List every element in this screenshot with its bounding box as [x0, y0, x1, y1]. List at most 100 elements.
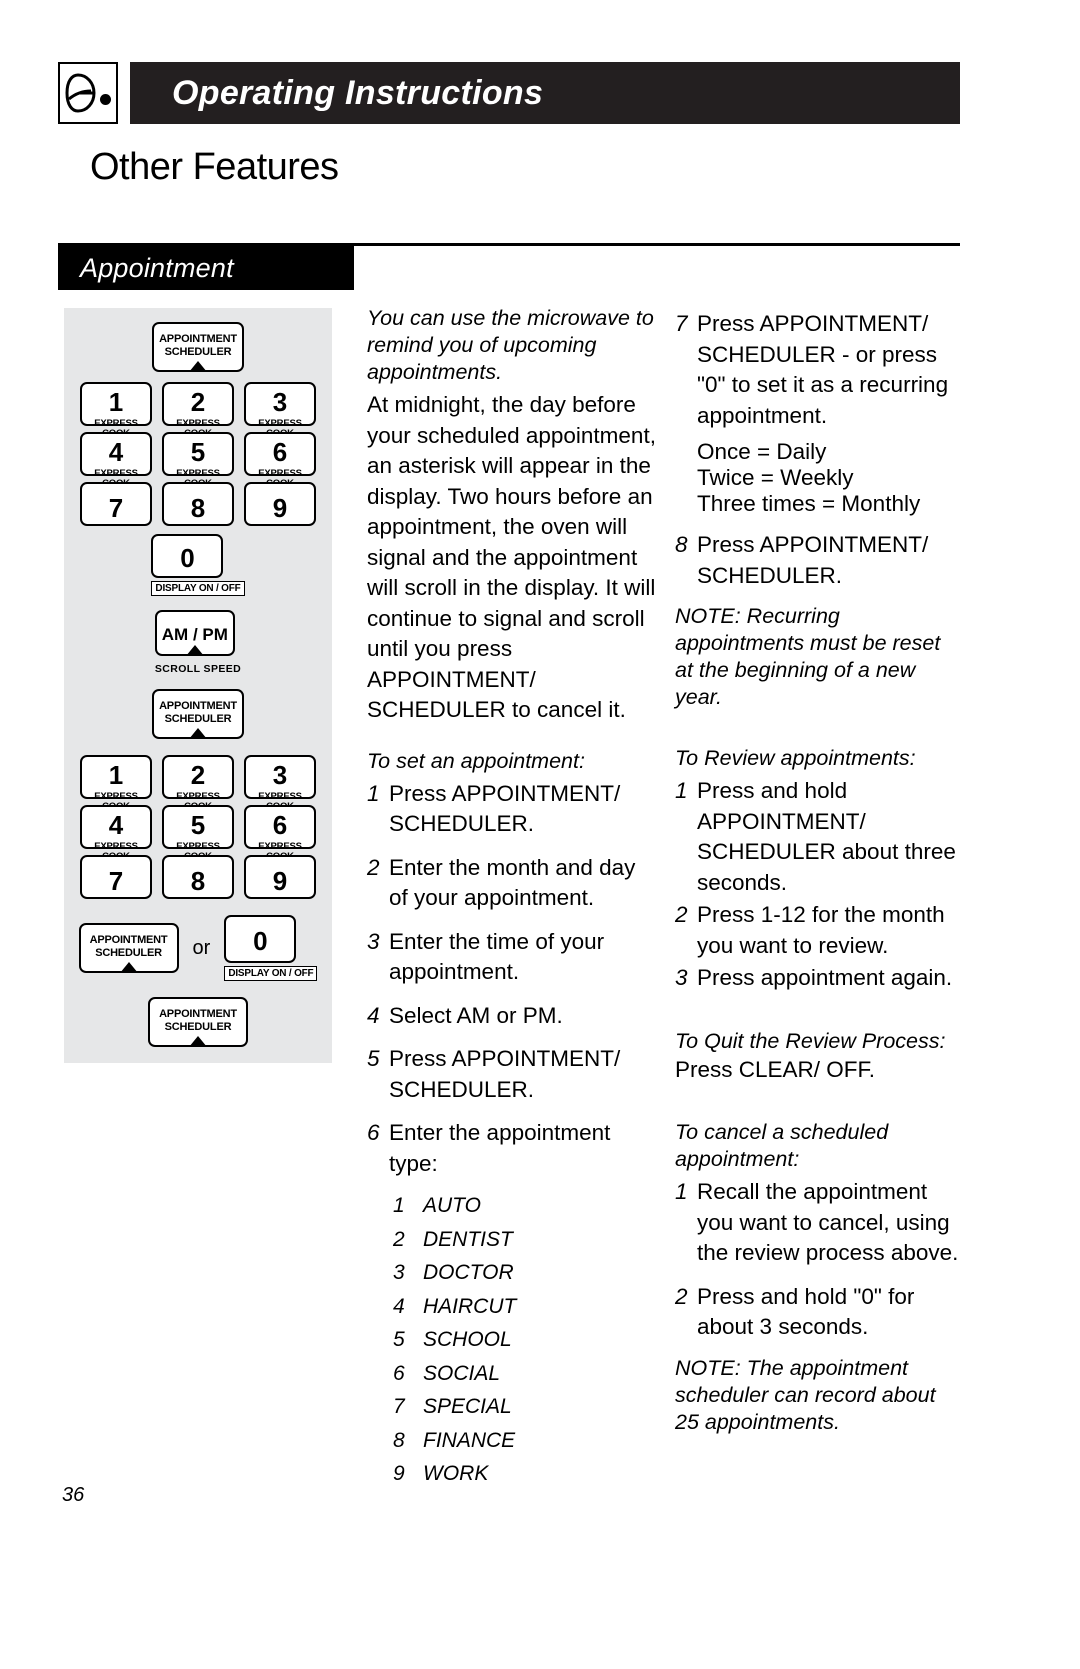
- key-label-line2: SCHEDULER: [164, 1021, 232, 1033]
- key-digit: 9: [272, 866, 288, 896]
- step-number: 3: [367, 928, 380, 954]
- type-name: FINANCE: [423, 1428, 516, 1452]
- recurrence-option: Three times = Monthly: [697, 491, 921, 516]
- step-text: Press APPOINTMENT/ SCHEDULER - or press …: [697, 311, 949, 428]
- section-label-text: Appointment: [80, 252, 234, 283]
- appointment-scheduler-key: APPOINTMENT SCHEDULER: [148, 997, 248, 1047]
- key-label-line1: APPOINTMENT: [89, 934, 168, 946]
- appointment-scheduler-key: APPOINTMENT SCHEDULER: [152, 322, 244, 372]
- step-text: Press 1-12 for the month you want to rev…: [697, 902, 945, 958]
- key-4: 4 EXPRESS COOK: [80, 432, 152, 488]
- list-item: 9 WORK: [393, 1457, 657, 1491]
- list-item: 8 Press APPOINTMENT/ SCHEDULER.: [675, 530, 960, 591]
- step-text: Press and hold APPOINTMENT/ SCHEDULER ab…: [697, 778, 956, 895]
- list-item: 2 DENTIST: [393, 1223, 657, 1257]
- type-name: AUTO: [423, 1194, 481, 1217]
- type-name: HAIRCUT: [423, 1294, 517, 1318]
- key-digit: 0: [180, 543, 195, 573]
- type-number: 5: [393, 1328, 405, 1351]
- key-3: 3 EXPRESS COOK: [244, 382, 316, 438]
- section-label: Appointment: [58, 246, 354, 290]
- step-number: 7: [675, 311, 688, 336]
- key-label-line1: APPOINTMENT: [159, 333, 237, 345]
- am-pm-key: AM / PM: [154, 610, 235, 656]
- quit-review-body: Press CLEAR/ OFF.: [675, 1056, 876, 1082]
- key-6: 6 EXPRESS COOK: [244, 432, 316, 488]
- key-9: 9: [244, 482, 316, 526]
- key-label-line2: SCHEDULER: [164, 713, 232, 725]
- step-number: 3: [675, 965, 688, 990]
- scheduler-or-zero-row: APPOINTMENT SCHEDULER or 0 DISPLAY ON / …: [64, 915, 332, 981]
- list-item: 3 Press appointment again.: [675, 963, 960, 994]
- key-digit: 6: [272, 437, 288, 467]
- key-digit: 5: [190, 437, 206, 467]
- numeric-keypad-bottom: 1 EXPRESS COOK 2 EXPRESS COOK 3 EXPRESS …: [64, 755, 332, 899]
- key-8: 8: [162, 482, 234, 526]
- step-number: 2: [675, 902, 688, 927]
- type-name: SCHOOL: [423, 1328, 512, 1351]
- key-label-line2: SCHEDULER: [164, 346, 232, 358]
- list-item: 3 Enter the time of your appointment.: [367, 927, 657, 988]
- page-header: Operating Instructions: [58, 62, 960, 124]
- list-item: 2 Enter the month and day of your appoin…: [367, 853, 657, 914]
- step-text: Recall the appointment you want to cance…: [697, 1179, 959, 1265]
- type-number: 1: [393, 1194, 405, 1217]
- step-text: Press and hold "0" for about 3 seconds.: [697, 1283, 915, 1340]
- recurrence-options: Once = Daily Twice = Weekly Three times …: [697, 439, 960, 517]
- list-item: 7 Press APPOINTMENT/ SCHEDULER - or pres…: [675, 309, 960, 431]
- step-number: 5: [367, 1046, 380, 1071]
- key-digit: 8: [190, 866, 206, 896]
- step-text: Press APPOINTMENT/ SCHEDULER.: [389, 1046, 621, 1102]
- mid-scheduler-key-row: APPOINTMENT SCHEDULER: [64, 689, 332, 739]
- key-digit: 6: [272, 810, 288, 840]
- list-item: 1 Press and hold APPOINTMENT/ SCHEDULER …: [675, 776, 960, 898]
- key-label-line1: APPOINTMENT: [159, 700, 237, 712]
- review-steps: 1 Press and hold APPOINTMENT/ SCHEDULER …: [675, 776, 960, 994]
- type-name: DOCTOR: [423, 1261, 514, 1284]
- page-title: Operating Instructions: [172, 73, 544, 112]
- type-number: 4: [393, 1294, 405, 1318]
- list-item: 3 DOCTOR: [393, 1256, 657, 1290]
- key-4: 4 EXPRESS COOK: [80, 805, 152, 861]
- key-digit: 5: [190, 810, 206, 840]
- step-number: 1: [367, 780, 380, 806]
- list-item: 2 Press 1-12 for the month you want to r…: [675, 900, 960, 961]
- key-digit: 1: [108, 387, 124, 417]
- key-5: 5 EXPRESS COOK: [162, 805, 234, 861]
- top-scheduler-key-row: APPOINTMENT SCHEDULER: [64, 322, 332, 372]
- key-0: 0: [151, 534, 224, 578]
- key-2: 2 EXPRESS COOK: [162, 382, 234, 438]
- type-name: SOCIAL: [423, 1361, 501, 1385]
- step-number: 1: [675, 1179, 688, 1204]
- key-8: 8: [162, 855, 234, 899]
- header-title-band: Operating Instructions: [130, 62, 960, 124]
- list-item: 6 SOCIAL: [393, 1357, 657, 1391]
- key-digit: 4: [108, 810, 124, 840]
- page-heading: Other Features: [90, 146, 339, 188]
- type-name: SPECIAL: [423, 1395, 512, 1418]
- key-digit: 2: [190, 387, 206, 417]
- step-number: 1: [675, 778, 688, 803]
- list-item: 1 AUTO: [393, 1189, 657, 1223]
- scroll-speed-label: SCROLL SPEED: [154, 663, 242, 675]
- step-number: 2: [675, 1283, 688, 1309]
- display-on-off-label: DISPLAY ON / OFF: [224, 966, 318, 981]
- zero-key-row-top: 0 DISPLAY ON / OFF: [64, 534, 332, 596]
- list-item: 5 Press APPOINTMENT/ SCHEDULER.: [367, 1044, 657, 1105]
- set-appointment-steps: 1 Press APPOINTMENT/ SCHEDULER. 2 Enter …: [367, 779, 657, 1180]
- display-on-off-label: DISPLAY ON / OFF: [151, 581, 245, 596]
- key-2: 2 EXPRESS COOK: [162, 755, 234, 811]
- step-text: Press APPOINTMENT/ SCHEDULER.: [697, 532, 929, 588]
- step-text: Enter the appointment type:: [389, 1120, 611, 1176]
- ge-logo: [58, 62, 118, 124]
- key-digit: 9: [272, 493, 288, 523]
- numeric-keypad-top: 1 EXPRESS COOK 2 EXPRESS COOK 3 EXPRESS …: [64, 382, 332, 526]
- key-7: 7: [80, 855, 152, 899]
- recurrence-option: Twice = Weekly: [697, 465, 854, 490]
- type-number: 2: [393, 1227, 405, 1251]
- note-capacity: NOTE: The appointment scheduler can reco…: [675, 1355, 936, 1434]
- logo-dot-icon: [100, 94, 111, 105]
- key-digit: 0: [253, 926, 268, 956]
- review-heading: To Review appointments:: [675, 746, 916, 770]
- step-text: Select AM or PM.: [389, 1002, 563, 1028]
